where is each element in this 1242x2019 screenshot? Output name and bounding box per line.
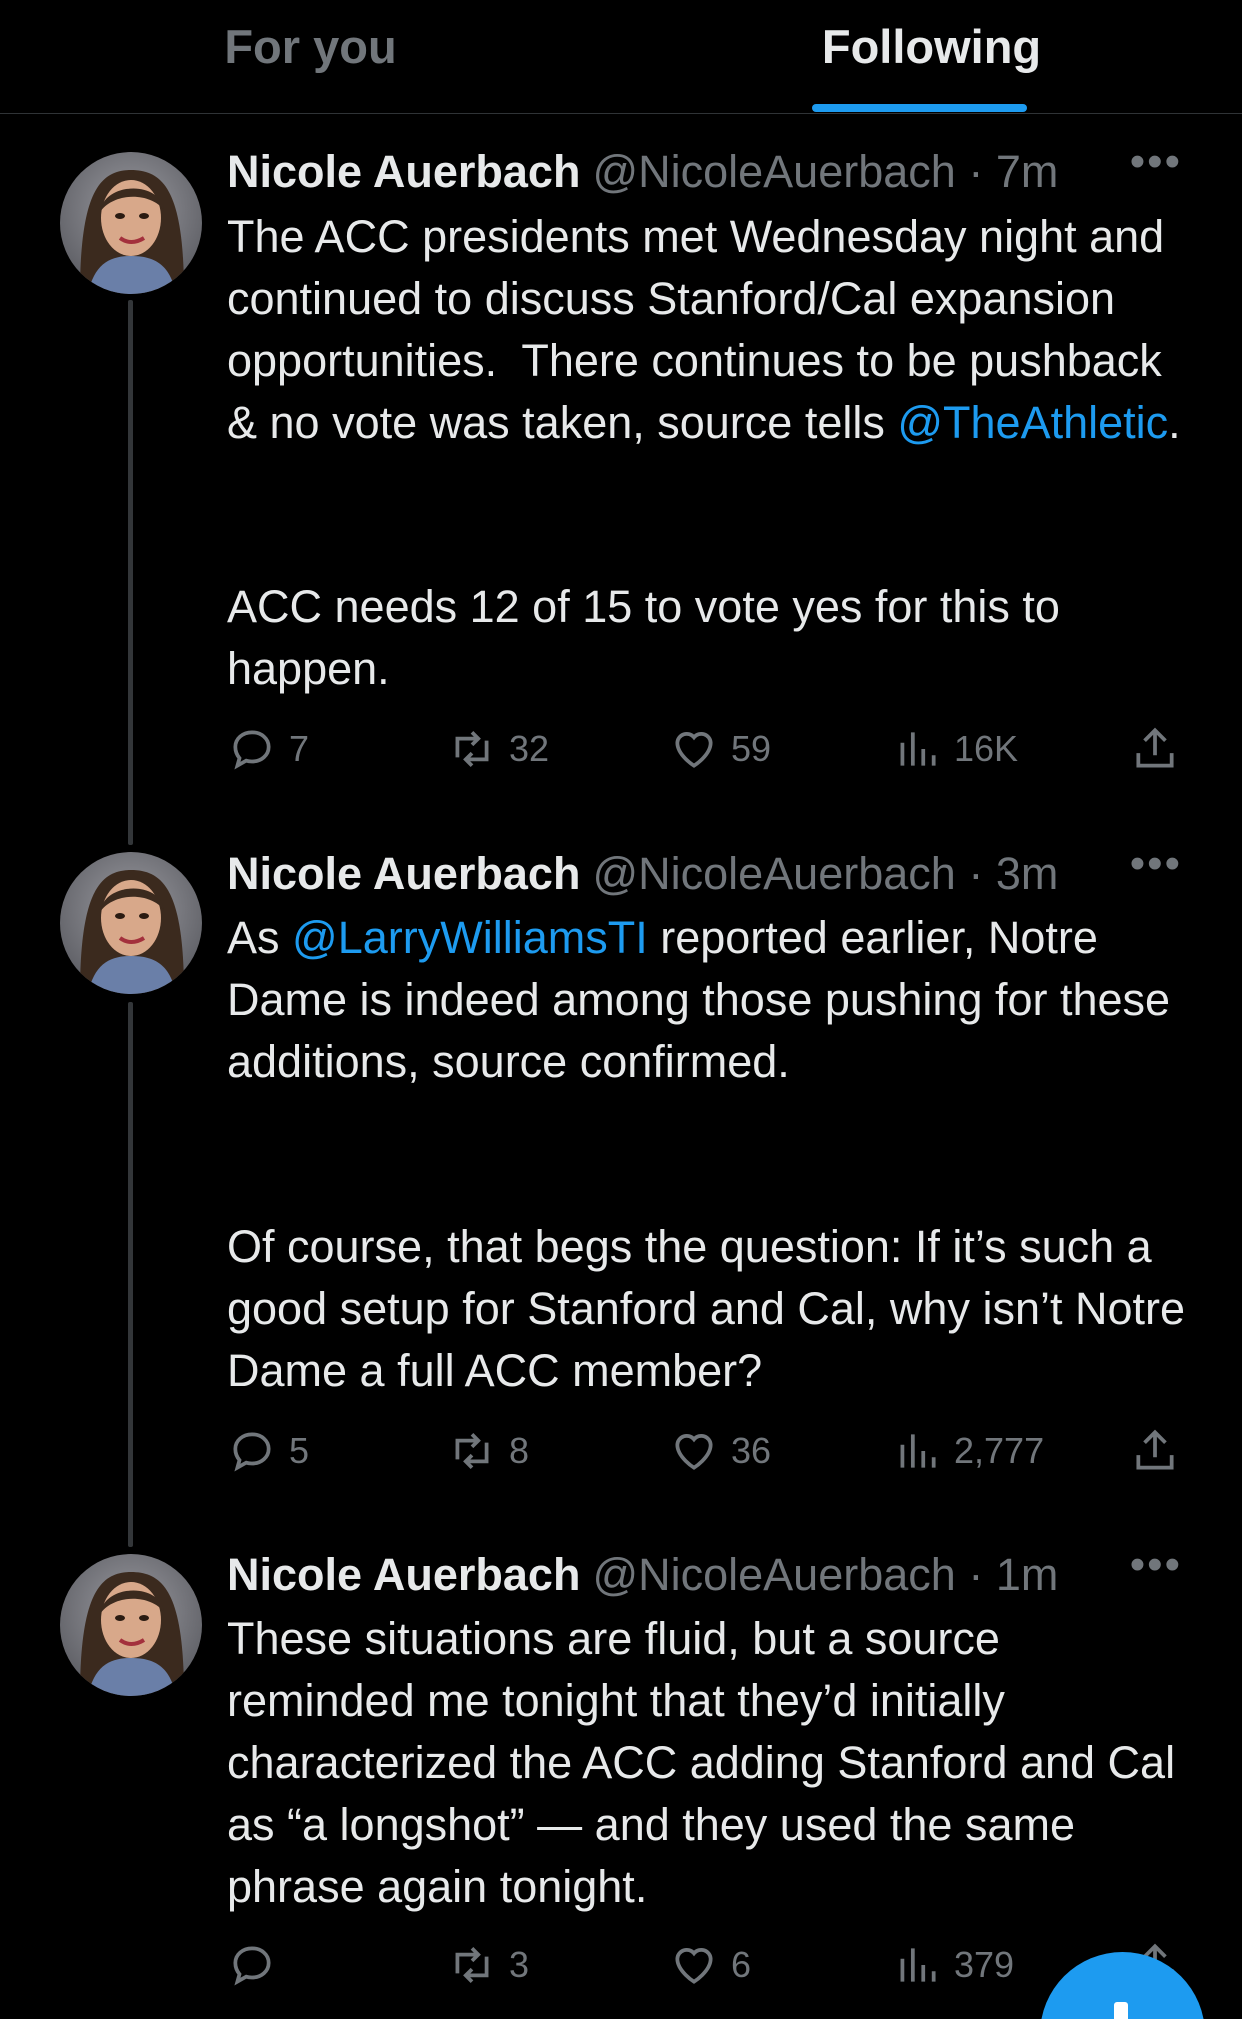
retweet-icon (455, 1947, 489, 1983)
timestamp: · 1m (968, 1549, 1059, 1600)
thread-connector (128, 300, 133, 845)
like-button[interactable]: 36 (669, 1426, 771, 1476)
author-name[interactable]: Nicole Auerbach (227, 848, 580, 899)
reply-button[interactable]: 5 (227, 1426, 309, 1476)
mention-link[interactable]: @LarryWilliamsTI (292, 912, 648, 963)
reply-icon (233, 730, 271, 770)
heart-icon (675, 1434, 713, 1470)
mention-link[interactable]: @TheAthletic (897, 397, 1168, 448)
views-icon (900, 1948, 936, 1982)
heart-icon (675, 1948, 713, 1984)
views-count: 2,777 (954, 1430, 1045, 1471)
like-button[interactable]: 59 (669, 724, 771, 774)
more-options-icon[interactable]: ••• (1130, 1537, 1182, 1593)
like-count: 59 (731, 728, 772, 769)
more-options-icon[interactable]: ••• (1130, 836, 1182, 892)
tweet-header: Nicole Auerbach @NicoleAuerbach · 7m ••• (227, 137, 1182, 200)
timestamp: · 3m (968, 848, 1059, 899)
author-name[interactable]: Nicole Auerbach (227, 1549, 580, 1600)
active-tab-indicator (812, 104, 1027, 112)
reply-icon (233, 1432, 271, 1472)
author-handle[interactable]: @NicoleAuerbach · 3m (592, 848, 1058, 899)
views-button[interactable]: 379 (892, 1940, 1014, 1990)
tab-for-you[interactable]: For you (0, 0, 621, 114)
views-icon (900, 1434, 936, 1468)
retweet-icon (455, 731, 489, 767)
like-button[interactable]: 6 (669, 1940, 751, 1990)
avatar[interactable] (60, 152, 202, 294)
retweet-icon (455, 1433, 489, 1469)
like-count: 36 (731, 1430, 772, 1471)
retweet-count: 3 (509, 1944, 530, 1985)
retweet-button[interactable]: 3 (447, 1940, 529, 1990)
tweet-text-paragraph-2: ACC needs 12 of 15 to vote yes for this … (227, 581, 1073, 694)
more-options-icon[interactable]: ••• (1130, 134, 1182, 190)
reply-icon (233, 1946, 271, 1986)
heart-icon (675, 732, 713, 768)
thread-connector (128, 1002, 133, 1547)
reply-button[interactable]: 7 (227, 724, 309, 774)
tweet-actions: 7 32 59 16K (227, 724, 1187, 774)
author-name[interactable]: Nicole Auerbach (227, 146, 580, 197)
compose-plus-icon (1114, 2002, 1128, 2019)
tab-following[interactable]: Following (621, 0, 1242, 114)
timeline-tabs: For you Following (0, 0, 1242, 114)
views-count: 16K (954, 728, 1019, 769)
share-icon (1136, 1429, 1174, 1470)
tweet-actions: 5 8 36 2,777 (227, 1426, 1187, 1476)
reply-count: 5 (289, 1430, 310, 1471)
retweet-button[interactable]: 8 (447, 1426, 529, 1476)
tweet-actions: 3 6 379 (227, 1940, 1187, 1990)
avatar[interactable] (60, 1554, 202, 1696)
share-button[interactable] (1130, 724, 1192, 774)
like-count: 6 (731, 1944, 752, 1985)
tweet-header: Nicole Auerbach @NicoleAuerbach · 1m ••• (227, 1540, 1182, 1603)
views-count: 379 (954, 1944, 1015, 1985)
retweet-count: 32 (509, 728, 550, 769)
reply-button[interactable] (227, 1940, 289, 1990)
reply-count: 7 (289, 728, 310, 769)
retweet-count: 8 (509, 1430, 530, 1471)
tweet-text-paragraph-2: Of course, that begs the question: If it… (227, 1221, 1198, 1396)
avatar[interactable] (60, 852, 202, 994)
tweet-text: The ACC presidents met Wednesday night a… (227, 211, 1181, 448)
author-handle[interactable]: @NicoleAuerbach · 7m (592, 146, 1058, 197)
author-handle[interactable]: @NicoleAuerbach · 1m (592, 1549, 1058, 1600)
tweet-text: As @LarryWilliamsTI reported earlier, No… (227, 912, 1183, 1087)
retweet-button[interactable]: 32 (447, 724, 549, 774)
share-button[interactable] (1130, 1426, 1192, 1476)
timestamp: · 7m (968, 146, 1059, 197)
views-button[interactable]: 2,777 (892, 1426, 1044, 1476)
share-icon (1136, 727, 1174, 768)
tweet-text: These situations are fluid, but a source… (227, 1613, 1188, 1912)
tweet-header: Nicole Auerbach @NicoleAuerbach · 3m ••• (227, 839, 1182, 902)
views-icon (900, 732, 936, 766)
views-button[interactable]: 16K (892, 724, 1018, 774)
